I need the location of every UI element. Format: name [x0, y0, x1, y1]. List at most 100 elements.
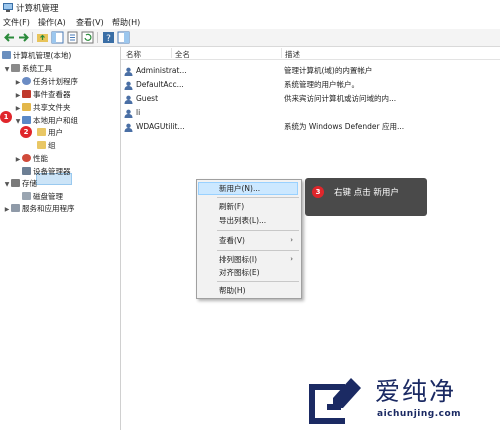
menu-item-arrange-icons[interactable]: 排列图标(I) › [197, 253, 301, 266]
menu-separator [217, 230, 299, 231]
tree-item-services-apps[interactable]: ▶ 服务和应用程序 [3, 203, 75, 215]
window-title: 计算机管理 [16, 4, 59, 14]
user-description: 供来宾访问计算机或访问域的内... [284, 94, 397, 103]
chevron-right-icon[interactable]: ▶ [14, 154, 22, 166]
menu-item-align-icons[interactable]: 对齐图标(E) [197, 266, 301, 279]
step-badge-3: 3 [312, 186, 324, 198]
table-row[interactable]: WDAGUtilit... 系统为 Windows Defender 应用... [121, 120, 500, 134]
user-description: 系统为 Windows Defender 应用... [284, 122, 405, 131]
menu-item-new-user[interactable]: 新用户(N)... [197, 182, 301, 195]
user-icon [124, 123, 133, 132]
console-tree: 计算机管理(本地) ▼ 系统工具 ▶ 任务计划程序 ▶ 事件查看器 ▶ 共享文件夹 ▼ 本… [0, 47, 121, 430]
step-badge-1: 1 [0, 111, 12, 123]
event-log-icon [22, 90, 31, 98]
callout-text: 右键 点击 新用户 [334, 188, 399, 198]
svg-text:?: ? [106, 34, 111, 44]
user-icon [124, 95, 133, 104]
tree-item-groups[interactable]: 组 [37, 140, 56, 152]
menu-item-view[interactable]: 查看(V) › [197, 234, 301, 247]
table-row[interactable]: Administrat... 管理计算机(域)的内置帐户 [121, 64, 500, 78]
tree-item-system-tools[interactable]: ▼ 系统工具 [3, 63, 52, 75]
context-menu: 新用户(N)... 刷新(F) 导出列表(L)... 查看(V) › 排列图标(I… [196, 179, 302, 299]
tree-item-performance[interactable]: ▶ 性能 [14, 153, 48, 165]
user-icon [124, 109, 133, 118]
tools-icon [11, 64, 20, 72]
back-arrow-icon[interactable] [3, 31, 16, 44]
user-description: 管理计算机(域)的内置帐户 [284, 66, 373, 75]
chevron-down-icon[interactable]: ▼ [3, 179, 11, 191]
list-header: 名称 全名 描述 [121, 47, 500, 60]
instruction-callout: 3 右键 点击 新用户 [305, 178, 427, 216]
storage-icon [11, 179, 20, 187]
user-icon [124, 81, 133, 90]
watermark: 爱纯净 aichunjing.com [305, 372, 500, 430]
title-bar: 计算机管理 [0, 0, 500, 15]
chevron-right-icon: › [290, 255, 293, 263]
column-header-description[interactable]: 描述 [285, 49, 300, 60]
refresh-icon[interactable] [81, 31, 94, 44]
chevron-right-icon[interactable]: ▶ [3, 204, 11, 216]
brand-logo-icon [309, 378, 361, 424]
toolbar-separator [97, 32, 98, 43]
toolbar: ? [0, 29, 500, 47]
folder-icon [37, 141, 46, 149]
services-icon [11, 204, 20, 212]
menu-help[interactable]: 帮助(H) [112, 17, 140, 28]
properties-icon[interactable] [66, 31, 79, 44]
tree-item-shared-folders[interactable]: ▶ 共享文件夹 [14, 102, 71, 114]
help-icon[interactable]: ? [102, 31, 115, 44]
device-manager-icon [22, 167, 31, 175]
computer-management-icon [3, 3, 13, 12]
toolbar-separator [32, 32, 33, 43]
tree-item-device-manager[interactable]: 设备管理器 [22, 166, 71, 178]
column-header-fullname[interactable]: 全名 [175, 49, 190, 60]
tree-item-disk-management[interactable]: 磁盘管理 [22, 191, 63, 203]
chevron-right-icon[interactable]: ▶ [14, 90, 22, 102]
menu-file[interactable]: 文件(F) [3, 17, 30, 28]
menu-separator [217, 281, 299, 282]
menu-view[interactable]: 查看(V) [76, 17, 104, 28]
show-tree-icon[interactable] [51, 31, 64, 44]
clock-icon [22, 77, 31, 85]
column-header-name[interactable]: 名称 [126, 49, 141, 60]
tree-item-users[interactable]: 用户 [37, 127, 63, 139]
menu-separator [217, 197, 299, 198]
tree-item-task-scheduler[interactable]: ▶ 任务计划程序 [14, 76, 78, 88]
user-icon [124, 67, 133, 76]
tree-item-root[interactable]: 计算机管理(本地) [2, 50, 71, 62]
up-folder-icon[interactable] [36, 31, 49, 44]
menu-bar: 文件(F) 操作(A) 查看(V) 帮助(H) [0, 15, 500, 29]
chevron-down-icon[interactable]: ▼ [14, 116, 22, 128]
table-row[interactable]: DefaultAcc... 系统管理的用户帐户。 [121, 78, 500, 92]
user-name: Guest [136, 94, 159, 103]
user-name: Administrat... [136, 66, 186, 75]
tree-item-event-viewer[interactable]: ▶ 事件查看器 [14, 89, 71, 101]
step-badge-2: 2 [20, 126, 32, 138]
users-group-icon [22, 116, 31, 124]
menu-separator [217, 250, 299, 251]
tree-item-storage[interactable]: ▼ 存储 [3, 178, 37, 190]
column-divider[interactable] [281, 48, 282, 58]
column-divider[interactable] [171, 48, 172, 58]
table-row[interactable]: Guest 供来宾访问计算机或访问域的内... [121, 92, 500, 106]
user-name: li [136, 108, 141, 117]
action-pane-icon[interactable] [117, 31, 130, 44]
menu-item-help[interactable]: 帮助(H) [197, 284, 301, 297]
table-row[interactable]: li [121, 106, 500, 120]
folder-icon [37, 128, 46, 136]
user-description: 系统管理的用户帐户。 [284, 80, 359, 89]
menu-item-refresh[interactable]: 刷新(F) [197, 200, 301, 213]
user-name: DefaultAcc... [136, 80, 184, 89]
disk-icon [22, 192, 31, 200]
watermark-chinese: 爱纯净 [375, 377, 457, 406]
chevron-right-icon[interactable]: ▶ [14, 77, 22, 89]
user-name: WDAGUtilit... [136, 122, 185, 131]
menu-action[interactable]: 操作(A) [38, 17, 66, 28]
shared-folder-icon [22, 103, 31, 111]
forward-arrow-icon[interactable] [17, 31, 30, 44]
chevron-down-icon[interactable]: ▼ [3, 64, 11, 76]
computer-management-icon [2, 51, 11, 59]
watermark-url: aichunjing.com [377, 409, 462, 419]
chevron-right-icon[interactable]: ▶ [14, 103, 22, 115]
menu-item-export-list[interactable]: 导出列表(L)... [197, 214, 301, 227]
